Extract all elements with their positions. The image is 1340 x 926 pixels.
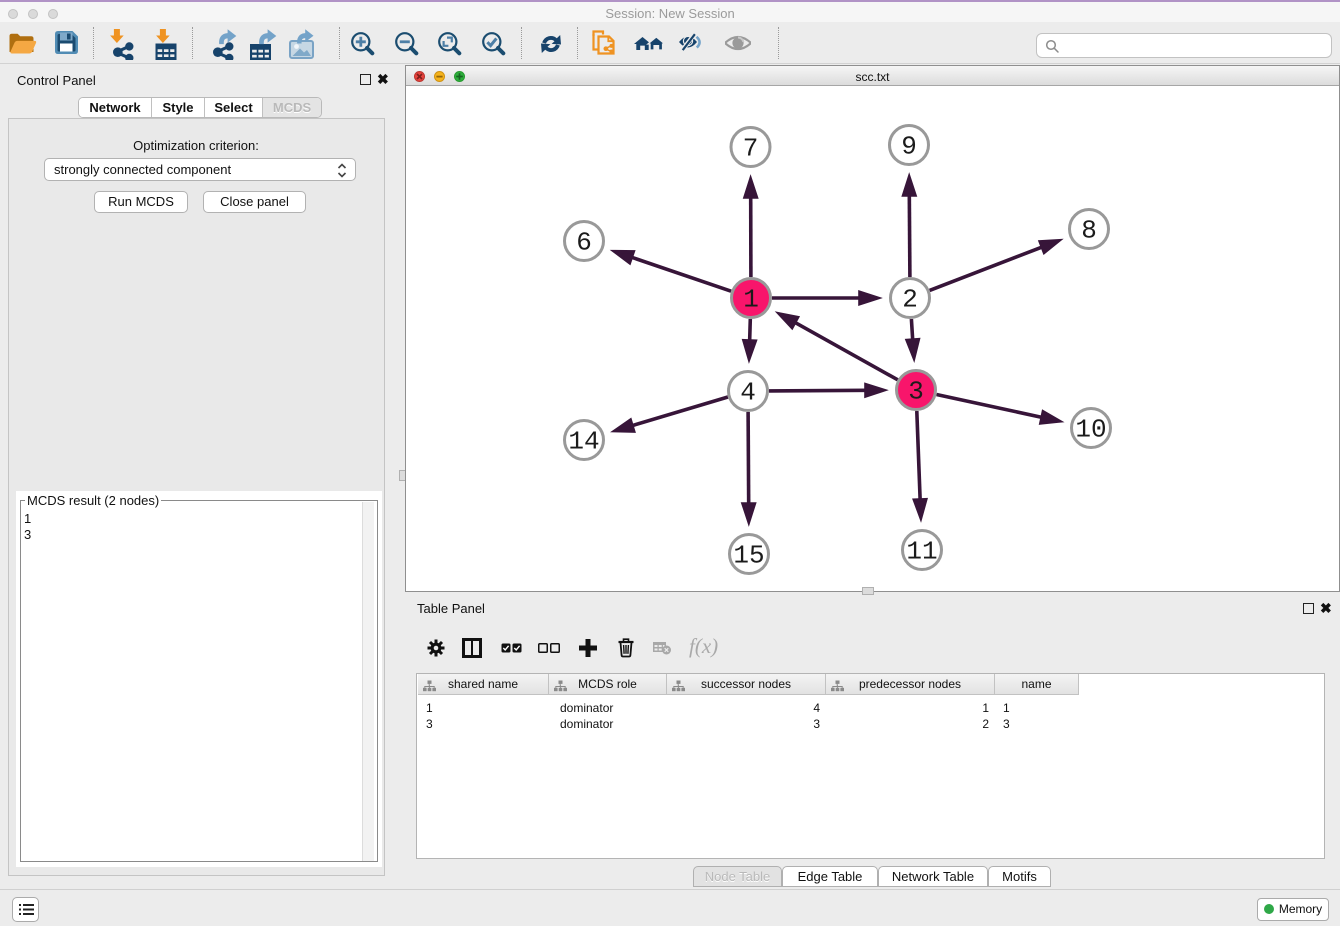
svg-text:11: 11 <box>906 537 937 567</box>
svg-text:4: 4 <box>740 378 756 408</box>
svg-text:9: 9 <box>901 132 917 162</box>
svg-text:15: 15 <box>733 541 764 571</box>
svg-text:8: 8 <box>1081 216 1097 246</box>
svg-text:1: 1 <box>743 285 759 315</box>
svg-text:14: 14 <box>568 427 599 457</box>
svg-text:2: 2 <box>902 285 918 315</box>
svg-text:6: 6 <box>576 228 592 258</box>
svg-text:7: 7 <box>743 134 759 164</box>
svg-text:3: 3 <box>908 377 924 407</box>
svg-text:10: 10 <box>1075 415 1106 445</box>
